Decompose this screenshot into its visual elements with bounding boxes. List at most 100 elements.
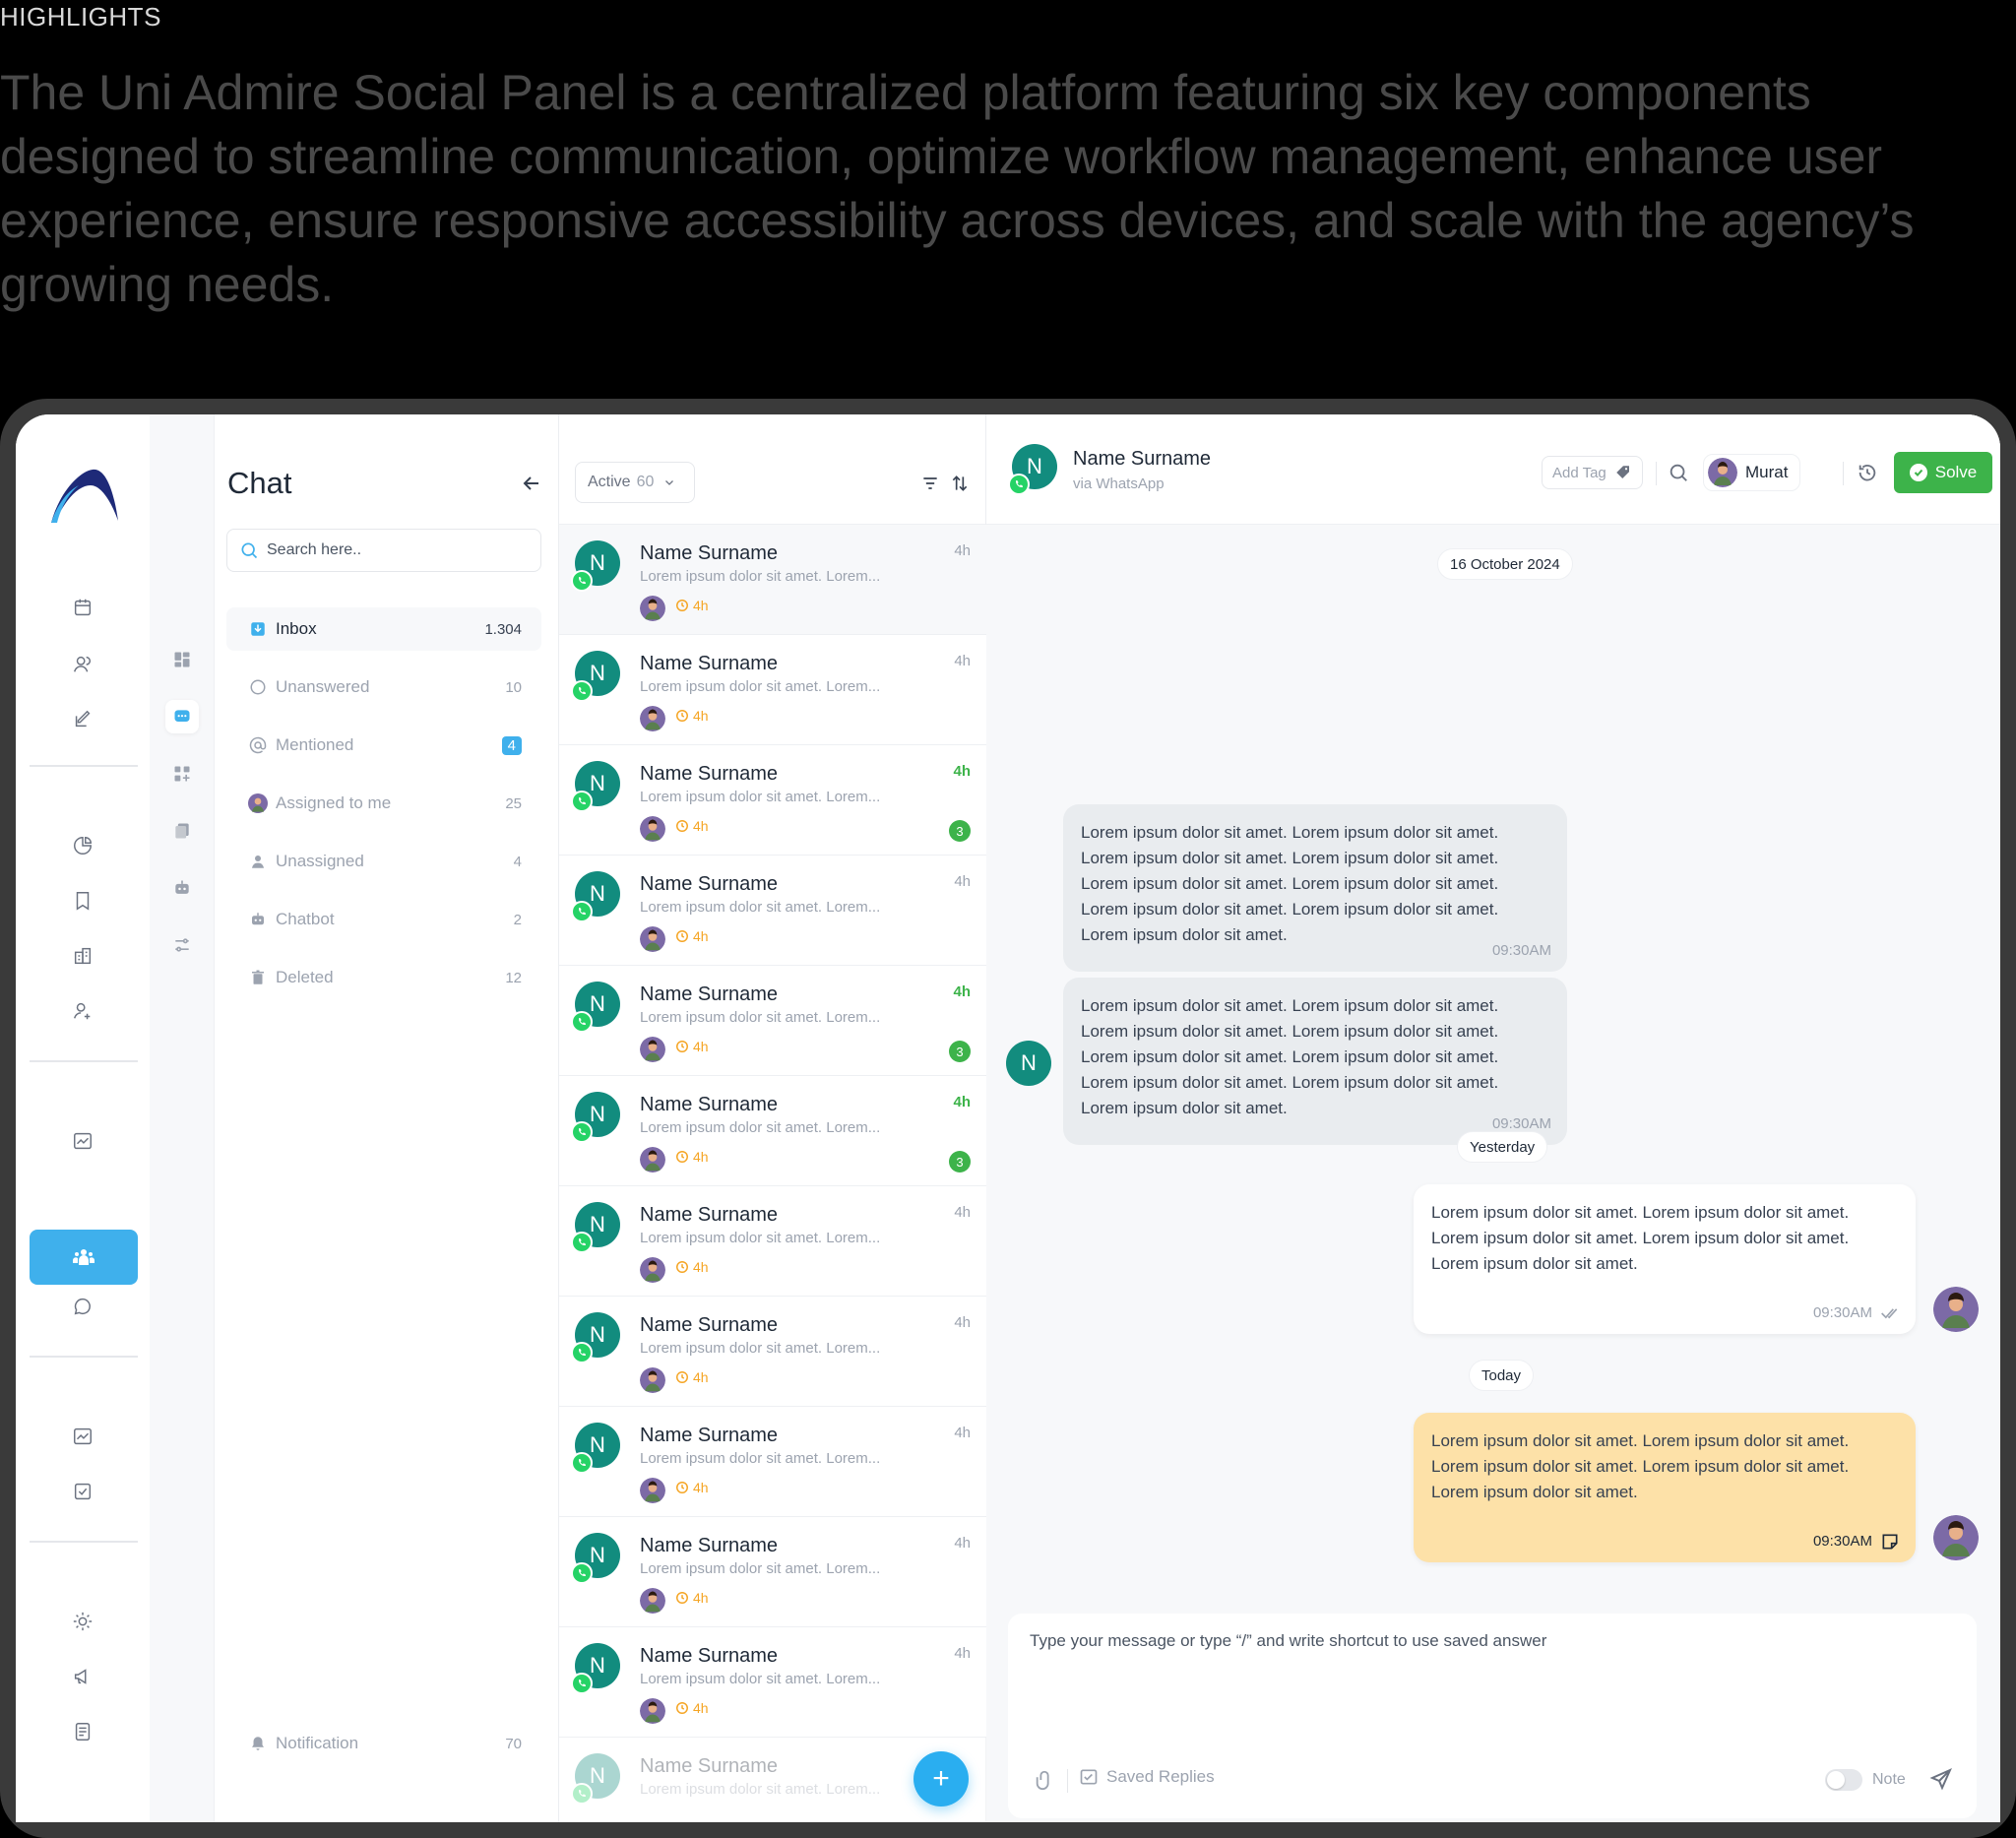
tag-icon [1616, 466, 1629, 478]
saved-replies-icon [1080, 1769, 1098, 1785]
folder-chatbot[interactable]: Chatbot 2 [226, 898, 541, 941]
contact-avatar: N [1006, 1041, 1051, 1086]
copy-icon[interactable] [165, 814, 199, 848]
unread-badge: 3 [949, 1041, 971, 1062]
conversation-time: 4h [953, 1094, 971, 1110]
conversation-item[interactable]: N Name Surname Lorem ipsum dolor sit amet.… [559, 1627, 986, 1738]
saved-replies-button[interactable]: Saved Replies [1079, 1767, 1215, 1787]
wait-time-value: 4h [693, 1039, 709, 1054]
wait-time: 4h [675, 1149, 709, 1165]
folder-label: Notification [276, 1734, 359, 1752]
folder-deleted[interactable]: Deleted 12 [226, 956, 541, 999]
folder-count: 4 [513, 853, 522, 870]
message-input[interactable] [1030, 1631, 1955, 1730]
avatar-icon [248, 793, 268, 813]
search-box[interactable] [226, 529, 541, 572]
wait-time: 4h [675, 928, 709, 944]
history-icon[interactable] [1857, 462, 1878, 483]
app-screen: Chat Inbox 1.304 Unanswered 10 Mentioned 4 Ass… [16, 414, 2000, 1822]
agent-name: Murat [1745, 463, 1789, 481]
add-user-icon[interactable] [67, 995, 98, 1027]
calendar-icon[interactable] [67, 592, 98, 623]
conversation-time: 4h [953, 983, 971, 1000]
edit-icon[interactable] [67, 704, 98, 735]
folder-label: Deleted [276, 968, 334, 986]
dashboard-icon[interactable] [165, 643, 199, 676]
reports-icon[interactable] [67, 1421, 98, 1452]
note-icon [1882, 1534, 1898, 1550]
message-meta: 09:30AM [1813, 1300, 1900, 1326]
status-dropdown[interactable]: Active 60 [575, 462, 695, 503]
building-icon[interactable] [67, 940, 98, 972]
conversation-item[interactable]: N Name Surname Lorem ipsum dolor sit amet.… [559, 1517, 986, 1627]
team-nav-button[interactable] [30, 1230, 138, 1285]
conversation-item[interactable]: N Name Surname Lorem ipsum dolor sit amet.… [559, 966, 986, 1076]
conversation-time: 4h [954, 1535, 971, 1552]
sort-icon[interactable] [950, 474, 970, 493]
search-icon [241, 542, 258, 559]
circle-icon [248, 677, 268, 697]
conversation-time: 4h [954, 653, 971, 669]
note-switch[interactable] [1825, 1769, 1862, 1791]
note-label: Note [1872, 1771, 1906, 1788]
add-tag-button[interactable]: Add Tag [1542, 456, 1643, 489]
folder-mentioned[interactable]: Mentioned 4 [226, 724, 541, 767]
folder-assigned-to-me[interactable]: Assigned to me 25 [226, 782, 541, 825]
conversation-item[interactable]: N Name Surname Lorem ipsum dolor sit amet.… [559, 1186, 986, 1297]
trash-icon [248, 968, 268, 987]
search-icon[interactable] [1668, 462, 1689, 483]
assigned-agent-button[interactable]: Murat [1703, 454, 1801, 491]
conversation-item[interactable]: N Name Surname Lorem ipsum dolor sit amet.… [559, 856, 986, 966]
filter-icon[interactable] [920, 474, 940, 493]
search-input[interactable] [267, 541, 523, 559]
chat-area: N Name Surname via WhatsApp Add Tag Mura… [986, 414, 2000, 1822]
wait-time-value: 4h [693, 928, 709, 944]
megaphone-icon[interactable] [67, 1661, 98, 1692]
conversation-item[interactable]: N Name Surname Lorem ipsum dolor sit amet.… [559, 1407, 986, 1517]
clock-icon [676, 1151, 688, 1163]
note-toggle[interactable]: Note [1825, 1769, 1906, 1791]
folder-count: 70 [505, 1735, 522, 1752]
sun-icon[interactable] [67, 1606, 98, 1637]
conversation-item[interactable]: N Name Surname Lorem ipsum dolor sit amet.… [559, 745, 986, 856]
conversation-time: 4h [954, 1425, 971, 1441]
conversation-time: 4h [954, 1645, 971, 1662]
main-rail [16, 414, 150, 1822]
contacts-icon[interactable] [67, 649, 98, 680]
tasks-icon[interactable] [67, 1476, 98, 1507]
folder-notification[interactable]: Notification 70 [226, 1722, 541, 1765]
chat-bubble-icon[interactable] [67, 1291, 98, 1322]
analytics-icon[interactable] [67, 1125, 98, 1157]
send-icon[interactable] [1929, 1767, 1953, 1791]
conversation-item[interactable]: N Name Surname Lorem ipsum dolor sit amet.… [559, 525, 986, 635]
document-icon[interactable] [67, 1716, 98, 1747]
conversation-time: 4h [954, 873, 971, 890]
bookmark-icon[interactable] [67, 885, 98, 917]
wait-time: 4h [675, 1369, 709, 1385]
conversation-item[interactable]: N Name Surname Lorem ipsum dolor sit amet.… [559, 1297, 986, 1407]
chat-module-icon[interactable] [165, 700, 199, 733]
agent-avatar [640, 1147, 665, 1173]
conversation-time: 4h [954, 542, 971, 559]
double-check-icon [1881, 1308, 1898, 1319]
clock-icon [676, 600, 688, 611]
avatar [1708, 458, 1737, 487]
solve-button[interactable]: Solve [1894, 452, 1992, 493]
new-conversation-button[interactable]: + [914, 1751, 969, 1806]
whatsapp-icon [571, 1783, 593, 1805]
conversation-item[interactable]: N Name Surname Lorem ipsum dolor sit amet.… [559, 635, 986, 745]
paperclip-icon[interactable] [1034, 1769, 1055, 1791]
integrations-icon[interactable] [165, 757, 199, 791]
conversation-item[interactable]: N Name Surname Lorem ipsum dolor sit amet.… [559, 1076, 986, 1186]
bot-icon[interactable] [165, 871, 199, 905]
folder-unanswered[interactable]: Unanswered 10 [226, 665, 541, 709]
wait-time-value: 4h [693, 818, 709, 834]
agent-avatar [640, 1257, 665, 1283]
whatsapp-icon [571, 1011, 593, 1033]
filters-icon[interactable] [165, 928, 199, 962]
pie-chart-icon[interactable] [67, 830, 98, 861]
folder-inbox[interactable]: Inbox 1.304 [226, 607, 541, 651]
whatsapp-icon [571, 570, 593, 592]
arrow-left-icon[interactable] [520, 472, 543, 495]
folder-unassigned[interactable]: Unassigned 4 [226, 840, 541, 883]
